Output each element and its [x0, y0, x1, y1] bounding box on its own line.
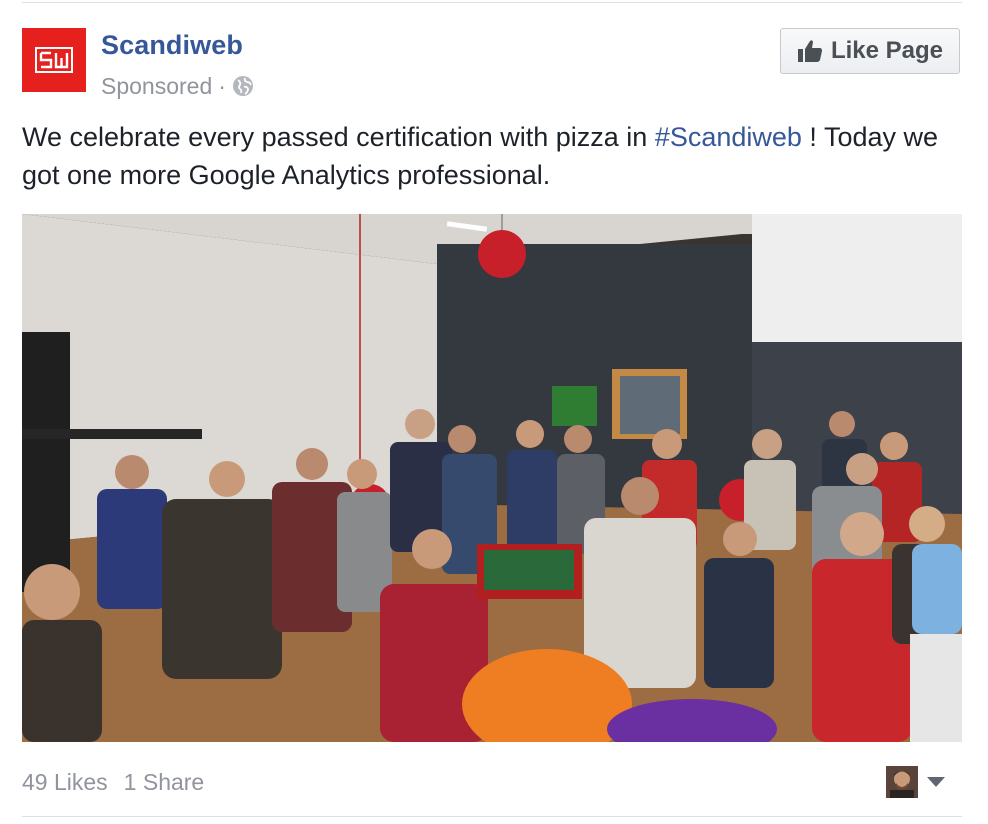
likes-count-link[interactable]: 49 Likes: [22, 769, 108, 796]
page-name-link[interactable]: Scandiweb: [101, 30, 243, 61]
bottom-divider: [22, 816, 962, 817]
office-pizza-party-photo[interactable]: [22, 214, 962, 742]
sponsored-post: Scandiweb Sponsored · Like Page We celeb…: [0, 0, 988, 824]
shares-count-link[interactable]: 1 Share: [124, 769, 205, 796]
scandiweb-logo-icon[interactable]: [22, 28, 86, 92]
message-text-start: We celebrate every passed certification …: [22, 122, 655, 152]
like-page-button[interactable]: Like Page: [780, 28, 960, 74]
hashtag-link[interactable]: #Scandiweb: [655, 122, 802, 152]
top-divider: [22, 2, 962, 3]
sponsored-label[interactable]: Sponsored: [101, 73, 212, 100]
like-page-label: Like Page: [830, 37, 944, 64]
globe-icon[interactable]: [232, 75, 254, 97]
post-message: We celebrate every passed certification …: [22, 118, 962, 194]
meta-separator: ·: [218, 72, 226, 99]
logo-mark-icon: [35, 47, 73, 73]
viewer-avatar-icon[interactable]: [886, 766, 918, 798]
engagement-stats: 49 Likes 1 Share: [22, 766, 220, 798]
thumbs-up-icon: [797, 38, 823, 64]
post-meta: Sponsored ·: [101, 72, 254, 100]
caret-down-icon[interactable]: [926, 775, 946, 789]
